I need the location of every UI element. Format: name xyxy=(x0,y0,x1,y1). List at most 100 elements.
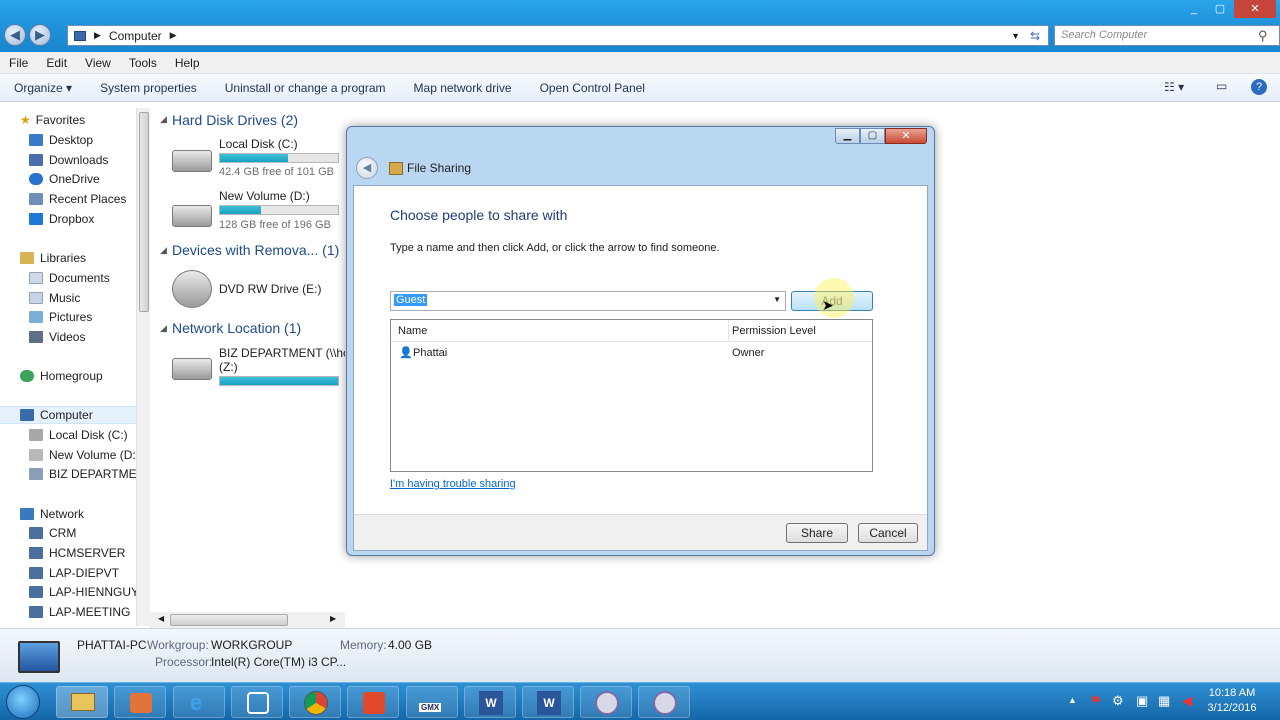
sidebar-item-recent-places[interactable]: Recent Places xyxy=(29,190,126,208)
sidebar-scrollbar[interactable] xyxy=(136,108,150,626)
scrollbar-thumb[interactable] xyxy=(139,112,149,312)
collapse-arrow-icon[interactable]: ◢ xyxy=(160,114,167,125)
sidebar-item-lap-hiennguye[interactable]: LAP-HIENNGUYE xyxy=(29,583,147,601)
sidebar-item-lap-meeting[interactable]: LAP-MEETING xyxy=(29,603,130,621)
view-options-icon[interactable]: ☷ ▾ xyxy=(1164,80,1184,94)
clock[interactable]: 10:18 AM 3/12/2016 xyxy=(1204,687,1260,714)
scroll-left-icon[interactable]: ◀ xyxy=(158,614,164,623)
menu-edit[interactable]: Edit xyxy=(37,56,76,70)
search-icon[interactable]: ⚲ xyxy=(1258,28,1268,44)
taskbar-media-player[interactable] xyxy=(114,686,166,718)
network-tray-icon[interactable]: ▦ xyxy=(1158,693,1170,709)
name-combobox[interactable]: Guest ▼ xyxy=(390,291,786,311)
column-name[interactable]: Name xyxy=(398,325,427,337)
taskbar-app[interactable] xyxy=(231,686,283,718)
drive-new-volume-name[interactable]: New Volume (D:) xyxy=(219,189,310,203)
menu-tools[interactable]: Tools xyxy=(120,56,166,70)
back-button[interactable]: ◀ xyxy=(4,24,26,46)
show-hidden-icons[interactable]: ▲ xyxy=(1068,695,1077,705)
sidebar-item-pictures[interactable]: Pictures xyxy=(29,308,92,326)
column-permission[interactable]: Permission Level xyxy=(732,325,816,337)
row-permission[interactable]: Owner xyxy=(732,347,764,359)
group-removable-devices[interactable]: Devices with Remova... (1) xyxy=(172,242,339,258)
dialog-maximize-button[interactable]: ▢ xyxy=(860,128,885,144)
drive-local-disk-name[interactable]: Local Disk (C:) xyxy=(219,137,298,151)
sidebar-libraries[interactable]: Libraries xyxy=(20,249,86,267)
refresh-icon[interactable]: ⇆ xyxy=(1030,29,1040,43)
organize-button[interactable]: Organize ▾ xyxy=(0,81,86,95)
taskbar-speedometer-1[interactable] xyxy=(580,686,632,718)
name-input[interactable]: Guest xyxy=(394,294,428,306)
sidebar-item-dropbox[interactable]: Dropbox xyxy=(29,210,94,228)
sidebar-item-videos[interactable]: Videos xyxy=(29,328,85,346)
sidebar-favorites[interactable]: ★ Favorites xyxy=(20,111,85,129)
minimize-button[interactable]: _ xyxy=(1180,0,1208,18)
sidebar-item-desktop[interactable]: Desktop xyxy=(29,131,93,149)
address-bar[interactable]: ▶ Computer ▶ ▼ ⇆ xyxy=(67,25,1049,46)
action-center-icon[interactable]: ⚑ xyxy=(1090,693,1102,709)
breadcrumb-computer[interactable]: Computer xyxy=(109,29,162,43)
scroll-right-icon[interactable]: ▶ xyxy=(330,614,336,623)
taskbar-gmx[interactable]: GMX xyxy=(406,686,458,718)
close-button[interactable]: ✕ xyxy=(1234,0,1276,18)
volume-icon[interactable]: ◀ xyxy=(1182,693,1192,709)
sidebar-item-hcmserver[interactable]: HCMSERVER xyxy=(29,544,125,562)
breadcrumb-chevron-icon[interactable]: ▶ xyxy=(170,30,177,41)
sidebar-item-local-disk[interactable]: Local Disk (C:) xyxy=(29,426,128,444)
open-control-panel-button[interactable]: Open Control Panel xyxy=(526,81,659,95)
drive-biz-name[interactable]: BIZ DEPARTMENT (\\hcr xyxy=(219,346,345,360)
help-icon[interactable]: ? xyxy=(1251,79,1267,95)
taskbar-apps-grid[interactable] xyxy=(347,686,399,718)
map-network-drive-button[interactable]: Map network drive xyxy=(400,81,526,95)
collapse-arrow-icon[interactable]: ◢ xyxy=(160,245,167,256)
group-network-location[interactable]: Network Location (1) xyxy=(172,320,301,336)
sidebar-item-crm[interactable]: CRM xyxy=(29,524,76,542)
sidebar-item-biz-department[interactable]: BIZ DEPARTMENT xyxy=(29,465,148,483)
sidebar-item-onedrive[interactable]: OneDrive xyxy=(29,170,100,188)
dialog-instruction: Type a name and then click Add, or click… xyxy=(390,242,720,254)
sidebar-network[interactable]: Network xyxy=(20,505,84,523)
maximize-button[interactable]: ▢ xyxy=(1206,0,1234,18)
collapse-arrow-icon[interactable]: ◢ xyxy=(160,323,167,334)
dialog-close-button[interactable]: ✕ xyxy=(885,128,927,144)
cancel-button[interactable]: Cancel xyxy=(858,523,918,543)
menu-file[interactable]: File xyxy=(0,56,37,70)
list-row[interactable]: 👤 Phattai Owner xyxy=(391,343,872,363)
taskbar-word-1[interactable]: W xyxy=(464,686,516,718)
sidebar-homegroup[interactable]: Homegroup xyxy=(20,367,103,385)
sidebar-item-music[interactable]: Music xyxy=(29,289,80,307)
network-drive-icon xyxy=(29,468,43,480)
sidebar-item-lap-diepvt[interactable]: LAP-DIEPVT xyxy=(29,564,119,582)
sidebar-item-documents[interactable]: Documents xyxy=(29,269,110,287)
address-dropdown-icon[interactable]: ▼ xyxy=(1011,31,1020,41)
taskbar-explorer[interactable] xyxy=(56,686,108,718)
start-button[interactable] xyxy=(6,685,40,719)
uninstall-program-button[interactable]: Uninstall or change a program xyxy=(211,81,400,95)
taskbar-word-2[interactable]: W xyxy=(522,686,574,718)
sidebar-computer[interactable]: Computer xyxy=(0,406,136,424)
add-button[interactable]: Add ➤ xyxy=(791,278,873,318)
system-properties-button[interactable]: System properties xyxy=(86,81,211,95)
dropdown-arrow-icon[interactable]: ▼ xyxy=(773,295,781,304)
sidebar-item-downloads[interactable]: Downloads xyxy=(29,151,108,169)
drive-dvd-name[interactable]: DVD RW Drive (E:) xyxy=(219,282,321,296)
horizontal-scrollbar[interactable]: ◀ ▶ xyxy=(150,612,345,628)
taskbar-chrome[interactable] xyxy=(289,686,341,718)
sidebar-item-new-volume[interactable]: New Volume (D:) xyxy=(29,446,140,464)
share-button[interactable]: Share xyxy=(786,523,848,543)
dialog-minimize-button[interactable]: ▁ xyxy=(835,128,860,144)
taskbar-internet-explorer[interactable]: e xyxy=(173,686,225,718)
group-hard-disk-drives[interactable]: Hard Disk Drives (2) xyxy=(172,112,298,128)
taskbar-speedometer-2[interactable] xyxy=(638,686,690,718)
scrollbar-thumb[interactable] xyxy=(170,614,288,626)
preview-pane-icon[interactable]: ▭ xyxy=(1216,79,1227,93)
trouble-sharing-link[interactable]: I'm having trouble sharing xyxy=(390,478,516,490)
menu-help[interactable]: Help xyxy=(166,56,209,70)
search-input[interactable]: Search Computer xyxy=(1054,25,1280,46)
dialog-back-button[interactable]: ◀ xyxy=(356,157,378,179)
menu-view[interactable]: View xyxy=(76,56,120,70)
tray-icon-1[interactable]: ⚙ xyxy=(1112,693,1124,709)
share-list[interactable]: Name Permission Level 👤 Phattai Owner xyxy=(390,319,873,472)
tray-icon-2[interactable]: ▣ xyxy=(1136,693,1148,709)
forward-button[interactable]: ▶ xyxy=(29,24,51,46)
